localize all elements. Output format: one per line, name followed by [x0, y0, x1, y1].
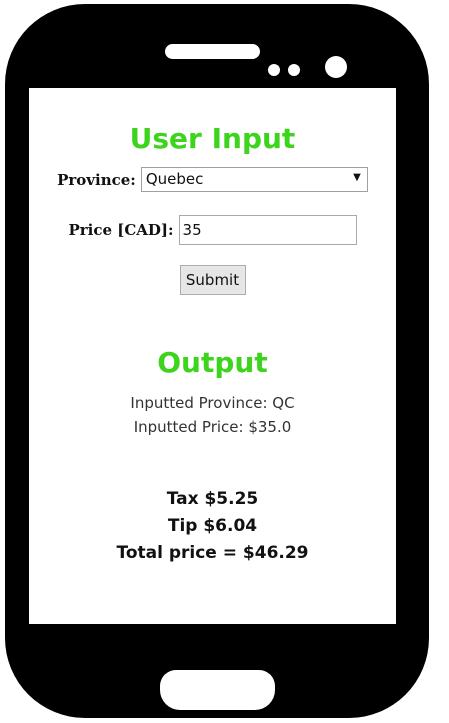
- front-camera: [325, 56, 347, 78]
- province-label: Province:: [57, 170, 136, 189]
- submit-button[interactable]: Submit: [179, 265, 246, 295]
- sensor-dot: [268, 64, 280, 76]
- total-price: Total price = $46.29: [116, 543, 309, 563]
- sensor-dot: [288, 64, 300, 76]
- price-label: Price [CAD]:: [68, 221, 174, 239]
- tax-amount: Tax $5.25: [166, 489, 259, 509]
- province-selected-value: Quebec: [145, 170, 204, 188]
- speaker-grille: [165, 44, 260, 59]
- home-button[interactable]: [160, 670, 275, 710]
- tip-amount: Tip $6.04: [167, 516, 258, 536]
- user-input-heading: User Input: [129, 122, 296, 155]
- output-heading: Output: [157, 346, 268, 379]
- phone-screen: User Input Province: Quebec ▼ Price [CAD…: [29, 88, 396, 624]
- price-row: Price [CAD]:: [29, 215, 396, 245]
- dropdown-arrow-icon: ▼: [353, 172, 361, 183]
- inputted-price-text: Inputted Price: $35.0: [133, 418, 292, 436]
- price-input[interactable]: [178, 215, 357, 245]
- province-row: Province: Quebec ▼: [29, 167, 396, 192]
- province-select[interactable]: Quebec ▼: [140, 167, 368, 192]
- inputted-province-text: Inputted Province: QC: [130, 394, 295, 412]
- submit-container: Submit: [29, 265, 396, 295]
